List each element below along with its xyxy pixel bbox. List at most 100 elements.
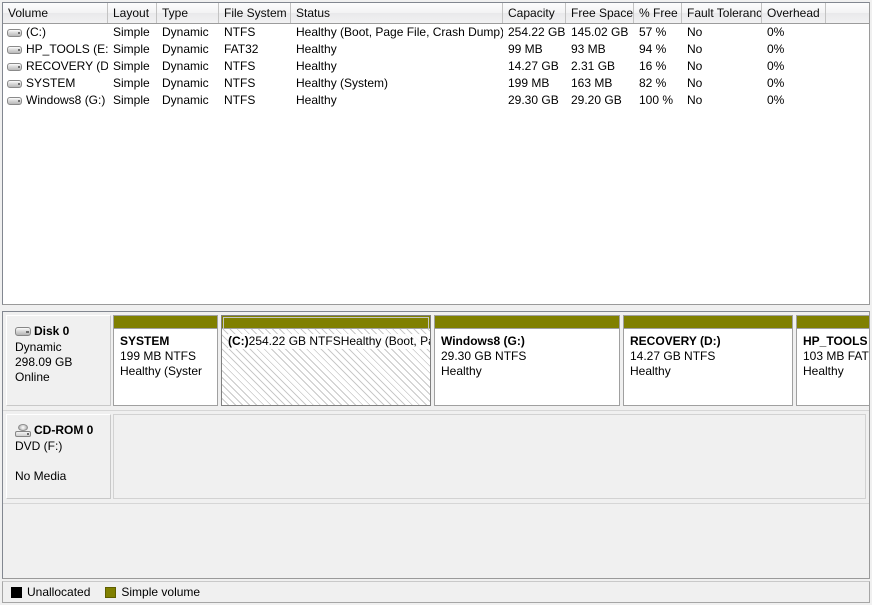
file-system-cell: FAT32	[224, 42, 259, 56]
partition-details: (C:)254.22 GB NTFSHealthy (Boot, Page Fi…	[222, 329, 430, 405]
table-row[interactable]: SYSTEM Simple Dynamic NTFS Healthy (System) 1…	[3, 75, 869, 92]
partition-size-filesystem: 103 MB FAT3	[803, 349, 869, 363]
volume-list-header[interactable]: Volume Layout Type File System Status Capacit…	[3, 3, 869, 24]
column-header-free[interactable]: % Free	[634, 3, 682, 23]
column-header-status[interactable]: Status	[291, 3, 503, 23]
disk-title: Disk 0	[15, 324, 104, 338]
legend-label: Unallocated	[27, 585, 91, 599]
partition-size-filesystem: 199 MB NTFS	[120, 349, 197, 363]
partition-block[interactable]: RECOVERY (D:) 14.27 GB NTFS Healthy	[623, 315, 793, 406]
partition-status: Healthy	[803, 364, 844, 378]
free-space-cell: 29.20 GB	[571, 93, 622, 107]
status-cell: Healthy	[296, 42, 337, 56]
legend-item: Unallocated	[11, 585, 90, 599]
table-row[interactable]: HP_TOOLS (E:) Simple Dynamic FAT32 Healthy 99…	[3, 41, 869, 58]
cd-rom-icon	[15, 423, 31, 437]
fault-tolerance-cell: No	[687, 93, 703, 107]
partition-block[interactable]: Windows8 (G:) 29.30 GB NTFS Healthy	[434, 315, 620, 406]
fault-tolerance-cell: No	[687, 25, 703, 39]
disk-title: CD-ROM 0	[15, 423, 104, 437]
partition-block[interactable]: SYSTEM 199 MB NTFS Healthy (Syster	[113, 315, 218, 406]
column-header-filler[interactable]	[826, 3, 869, 23]
disk-info-cdrom0[interactable]: CD-ROM 0 DVD (F:) No Media	[6, 414, 111, 499]
table-row[interactable]: (C:) Simple Dynamic NTFS Healthy (Boot, Page…	[3, 24, 869, 41]
partition-name: RECOVERY (D:)	[630, 334, 721, 348]
capacity-cell: 29.30 GB	[508, 93, 559, 107]
volume-cell: (C:)	[3, 24, 108, 41]
column-header-file-system[interactable]: File System	[219, 3, 291, 23]
type-cell: Dynamic	[162, 76, 209, 90]
disk-size: 298.09 GB	[15, 355, 73, 369]
file-system-cell: NTFS	[224, 76, 256, 90]
column-header-overhead[interactable]: Overhead	[762, 3, 826, 23]
overhead-cell: 0%	[767, 42, 785, 56]
partition-status: Healthy	[441, 364, 482, 378]
partition-status: Healthy	[630, 364, 671, 378]
column-header-fault-tolerance[interactable]: Fault Tolerance	[682, 3, 762, 23]
status-cell: Healthy	[296, 59, 337, 73]
partition-name: SYSTEM	[120, 334, 170, 348]
free-space-cell: 145.02 GB	[571, 25, 629, 39]
capacity-cell: 14.27 GB	[508, 59, 559, 73]
partition-name: (C:)	[228, 334, 249, 349]
partition-details: Windows8 (G:) 29.30 GB NTFS Healthy	[435, 329, 619, 405]
volume-label: HP_TOOLS (E:)	[26, 42, 108, 56]
partition-status: Healthy (Syster	[120, 364, 203, 378]
disk-info-disk0[interactable]: Disk 0 Dynamic 298.09 GB Online	[6, 315, 111, 406]
percent-free-cell: 94 %	[639, 42, 667, 56]
volume-list-body[interactable]: (C:) Simple Dynamic NTFS Healthy (Boot, Page…	[3, 24, 869, 109]
partition-color-bar	[797, 316, 869, 329]
partition-color-bar	[222, 316, 430, 329]
percent-free-cell: 100 %	[639, 93, 674, 107]
disk-info-spacer	[15, 454, 104, 469]
layout-cell: Simple	[113, 76, 150, 90]
volume-label: RECOVERY (D:)	[26, 59, 108, 73]
partition-status: Healthy (Boot, Page File, Crash Dump)	[340, 334, 430, 349]
fault-tolerance-cell: No	[687, 76, 703, 90]
free-space-cell: 93 MB	[571, 42, 606, 56]
column-header-capacity[interactable]: Capacity	[503, 3, 566, 23]
disk-name: Disk 0	[34, 324, 70, 338]
partition-area: SYSTEM 199 MB NTFS Healthy (Syster (C:)254.…	[113, 312, 869, 410]
percent-free-cell: 16 %	[639, 59, 667, 73]
percent-free-cell: 57 %	[639, 25, 667, 39]
partition-size-filesystem: 254.22 GB NTFS	[248, 334, 341, 349]
column-header-free-space[interactable]: Free Space	[566, 3, 634, 23]
partition-size-filesystem: 29.30 GB NTFS	[441, 349, 527, 363]
disk-type: Dynamic	[15, 340, 62, 354]
column-header-type[interactable]: Type	[157, 3, 219, 23]
legend-swatch-icon	[105, 586, 117, 598]
disk-management-window: Volume Layout Type File System Status Capacit…	[0, 0, 872, 605]
volume-cell: HP_TOOLS (E:)	[3, 41, 108, 58]
overhead-cell: 0%	[767, 76, 785, 90]
layout-cell: Simple	[113, 59, 150, 73]
disk-row[interactable]: CD-ROM 0 DVD (F:) No Media	[3, 411, 869, 504]
type-cell: Dynamic	[162, 59, 209, 73]
partition-block[interactable]: HP_TOOLS (103 MB FAT3 Healthy	[796, 315, 869, 406]
disk-icon	[15, 326, 31, 337]
volume-label: (C:)	[26, 25, 46, 39]
volume-list-panel[interactable]: Volume Layout Type File System Status Capacit…	[2, 2, 870, 305]
overhead-cell: 0%	[767, 93, 785, 107]
partition-details: RECOVERY (D:) 14.27 GB NTFS Healthy	[624, 329, 792, 405]
legend-swatch-icon	[11, 586, 22, 598]
partition-color-bar	[624, 316, 792, 329]
column-header-layout[interactable]: Layout	[108, 3, 157, 23]
overhead-cell: 0%	[767, 25, 785, 39]
fault-tolerance-cell: No	[687, 59, 703, 73]
table-row[interactable]: Windows8 (G:) Simple Dynamic NTFS Healthy 29.…	[3, 92, 869, 109]
percent-free-cell: 82 %	[639, 76, 667, 90]
partition-block[interactable]: (C:)254.22 GB NTFSHealthy (Boot, Page Fi…	[221, 315, 431, 406]
disk-state: Online	[15, 370, 50, 384]
volume-cell: SYSTEM	[3, 75, 108, 92]
capacity-cell: 99 MB	[508, 42, 543, 56]
drive-icon	[7, 28, 22, 38]
graphical-view-panel[interactable]: Disk 0 Dynamic 298.09 GB Online SYSTEM 199 MB…	[2, 311, 870, 579]
column-header-volume[interactable]: Volume	[3, 3, 108, 23]
file-system-cell: NTFS	[224, 25, 256, 39]
status-cell: Healthy	[296, 93, 337, 107]
volume-label: SYSTEM	[26, 76, 76, 90]
partition-name: HP_TOOLS (	[803, 334, 869, 348]
disk-row[interactable]: Disk 0 Dynamic 298.09 GB Online SYSTEM 199 MB…	[3, 312, 869, 411]
table-row[interactable]: RECOVERY (D:) Simple Dynamic NTFS Healthy 14.…	[3, 58, 869, 75]
